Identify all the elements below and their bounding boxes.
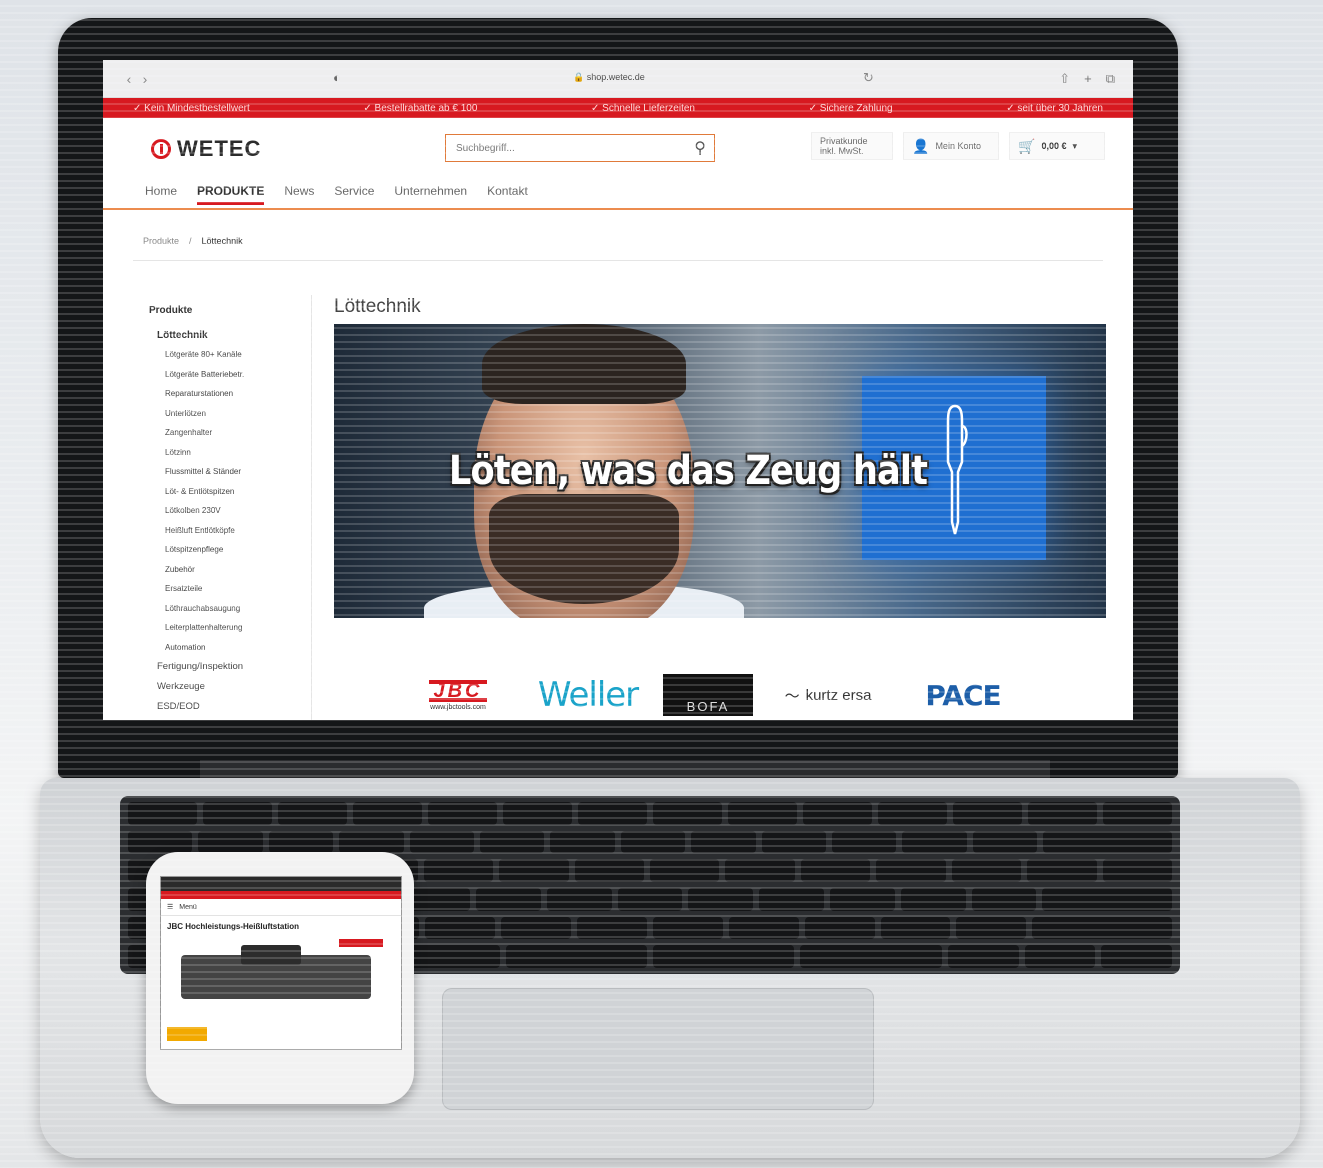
brand-jbc-logo[interactable]: JBC www.jbctools.com xyxy=(403,679,513,711)
brand-pace-logo[interactable]: PACE xyxy=(903,679,1023,712)
phone-product-title: JBC Hochleistungs-Heißluftstation xyxy=(167,922,300,931)
kurtz-logo-text: kurtz ersa xyxy=(805,686,872,704)
breadcrumb-current: Löttechnik xyxy=(201,236,243,246)
smartphone-screen: ☰ Menü JBC Hochleistungs-Heißluftstation xyxy=(160,876,402,1050)
category-sidebar: Produkte Löttechnik Lötgeräte 80+ Kanäle… xyxy=(135,295,312,720)
subcategory-item[interactable]: Heißluft Entlötköpfe xyxy=(165,521,311,541)
brand-bofa-logo[interactable]: BOFA xyxy=(663,674,753,716)
bofa-logo-text: BOFA xyxy=(686,699,730,714)
brand-kurtz-ersa-logo[interactable]: 〜 kurtz ersa xyxy=(753,685,903,706)
phone-status-bar xyxy=(161,877,401,891)
subcategory-item[interactable]: Ersatzteile xyxy=(165,579,311,599)
customer-type-label: Privatkunde xyxy=(820,136,868,146)
subcategory-item[interactable]: Flussmittel & Ständer xyxy=(165,462,311,482)
wetec-logo[interactable]: WETEC xyxy=(151,136,261,162)
hero-person-hair xyxy=(482,324,686,404)
phone-usp-bar xyxy=(161,891,401,899)
weller-logo-text: Weller xyxy=(537,675,639,715)
subcategory-item[interactable]: Löt- & Entlötspitzen xyxy=(165,482,311,502)
breadcrumb-item[interactable]: Produkte xyxy=(143,236,179,246)
laptop-trackpad xyxy=(442,988,874,1110)
subcategory-item[interactable]: Lötgeräte 80+ Kanäle xyxy=(165,345,311,365)
main-navigation: Home PRODUKTE News Service Unternehmen K… xyxy=(103,180,1133,210)
tax-label: inkl. MwSt. xyxy=(820,146,864,156)
share-icon[interactable]: ⇧ xyxy=(1059,71,1070,87)
subcategory-item[interactable]: Lötzinn xyxy=(165,443,311,463)
jbc-url-text: www.jbctools.com xyxy=(430,703,486,711)
jbc-logo-text: JBC xyxy=(429,679,487,702)
privacy-shield-icon[interactable]: ◐ xyxy=(333,70,341,85)
sidebar-category[interactable]: Werkzeuge xyxy=(135,677,311,697)
subcategory-list: Lötgeräte 80+ Kanäle Lötgeräte Batterieb… xyxy=(135,345,311,657)
nav-news[interactable]: News xyxy=(284,180,314,198)
search-input[interactable] xyxy=(454,141,678,155)
usp-item: ✓ Bestellrabatte ab € 100 xyxy=(363,102,478,114)
sidebar-root[interactable]: Produkte xyxy=(135,295,311,316)
nav-service[interactable]: Service xyxy=(334,180,374,198)
account-button[interactable]: 👤 Mein Konto xyxy=(903,132,999,160)
new-tab-icon[interactable]: + xyxy=(1084,71,1092,87)
phone-price-badge xyxy=(339,939,383,947)
wetec-logo-icon xyxy=(151,139,171,159)
subcategory-item[interactable]: Lötkolben 230V xyxy=(165,501,311,521)
usp-item: ✓ Schnelle Lieferzeiten xyxy=(591,102,695,114)
address-bar[interactable]: 🔒 shop.wetec.de xyxy=(573,72,645,83)
forward-button[interactable]: › xyxy=(137,71,153,87)
phone-menu-icon[interactable]: ☰ xyxy=(167,903,173,911)
page-title: Löttechnik xyxy=(334,296,421,317)
nav-kontakt[interactable]: Kontakt xyxy=(487,180,528,198)
subcategory-item[interactable]: Zubehör xyxy=(165,560,311,580)
url-text: shop.wetec.de xyxy=(586,72,645,82)
usp-bar: ✓ Kein Mindestbestellwert ✓ Bestellrabat… xyxy=(103,98,1133,118)
nav-home[interactable]: Home xyxy=(145,180,177,198)
subcategory-item[interactable]: Automation xyxy=(165,638,311,658)
reload-icon[interactable]: ↻ xyxy=(863,70,874,86)
breadcrumb: Produkte / Löttechnik xyxy=(143,236,243,246)
customer-type-switch[interactable]: Privatkunde inkl. MwSt. xyxy=(811,132,893,160)
subcategory-item[interactable]: Leiterplattenhalterung xyxy=(165,618,311,638)
user-icon: 👤 xyxy=(912,137,930,154)
phone-nav: ☰ Menü xyxy=(161,899,401,916)
subcategory-item[interactable]: Löthrauchabsaugung xyxy=(165,599,311,619)
browser-toolbar: ‹ › ◐ 🔒 shop.wetec.de ↻ ⇧ + ⧉ xyxy=(103,60,1133,98)
cart-total: 0,00 € xyxy=(1041,141,1067,151)
phone-product-image xyxy=(181,945,371,999)
search-box: ⚲ xyxy=(445,134,715,162)
usp-item: ✓ Kein Mindestbestellwert xyxy=(133,102,250,114)
usp-item: ✓ Sichere Zahlung xyxy=(808,102,893,114)
pace-logo-text: PACE xyxy=(925,678,1001,712)
usp-item: ✓ seit über 30 Jahren xyxy=(1006,102,1103,114)
cart-button[interactable]: 🛒 0,00 € ▾ xyxy=(1009,132,1105,160)
site-header: WETEC ⚲ Privatkunde inkl. MwSt. 👤 Mein K… xyxy=(103,118,1133,180)
hero-headline: Löten, was das Zeug hält xyxy=(448,448,928,494)
subcategory-item[interactable]: Reparaturstationen xyxy=(165,384,311,404)
subcategory-item[interactable]: Lötspitzenpflege xyxy=(165,540,311,560)
cart-icon: 🛒 xyxy=(1018,137,1036,154)
kurtz-wave-icon: 〜 xyxy=(784,687,800,705)
nav-unternehmen[interactable]: Unternehmen xyxy=(394,180,467,198)
tabs-overview-icon[interactable]: ⧉ xyxy=(1106,71,1115,87)
sidebar-active-category[interactable]: Löttechnik xyxy=(135,316,311,345)
phone-promo-badge xyxy=(167,1027,207,1041)
hero-person-beard xyxy=(489,494,679,604)
logo-text: WETEC xyxy=(177,136,262,161)
nav-produkte[interactable]: PRODUKTE xyxy=(197,180,265,205)
subcategory-item[interactable]: Unterlötzen xyxy=(165,404,311,424)
brand-logos: JBC www.jbctools.com Weller BOFA 〜 kurtz… xyxy=(403,672,1033,718)
subcategory-item[interactable]: Lötgeräte Batteriebetr. xyxy=(165,365,311,385)
sidebar-category[interactable]: Fertigung/Inspektion xyxy=(135,657,311,677)
breadcrumb-separator: / xyxy=(189,236,192,246)
sidebar-category[interactable]: ESD/EOD xyxy=(135,697,311,717)
search-icon[interactable]: ⚲ xyxy=(694,138,706,158)
laptop-screen: ‹ › ◐ 🔒 shop.wetec.de ↻ ⇧ + ⧉ ✓ Kein Min… xyxy=(103,60,1133,720)
hero-banner[interactable]: Löten, was das Zeug hält xyxy=(334,324,1106,618)
back-button[interactable]: ‹ xyxy=(121,71,137,87)
phone-nav-label: Menü xyxy=(179,903,197,911)
divider xyxy=(133,260,1103,261)
brand-weller-logo[interactable]: Weller xyxy=(513,675,663,715)
subcategory-item[interactable]: Zangenhalter xyxy=(165,423,311,443)
account-label: Mein Konto xyxy=(935,141,981,151)
chevron-down-icon: ▾ xyxy=(1072,140,1077,151)
